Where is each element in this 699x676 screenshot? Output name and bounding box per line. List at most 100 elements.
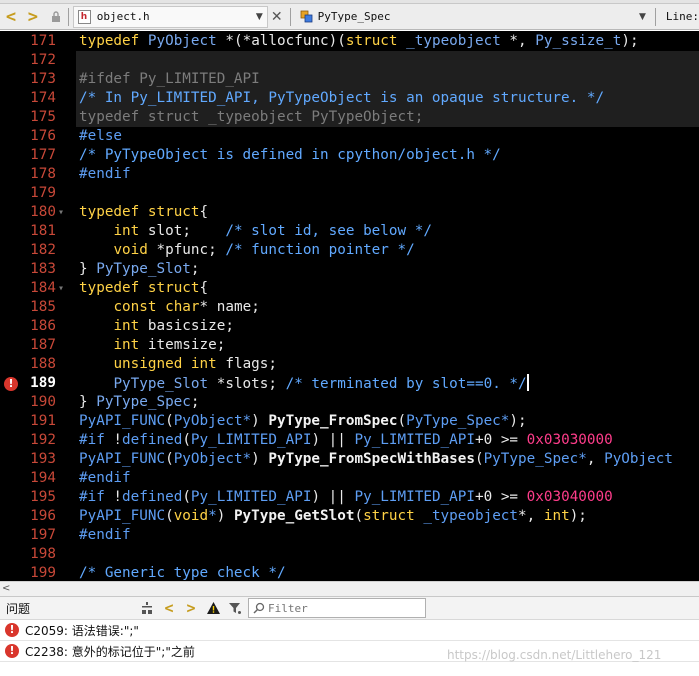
code-line[interactable]: 174 /* In Py_LIMITED_API, PyTypeObject is…: [0, 89, 699, 108]
line-number: 193: [30, 451, 56, 467]
fold-toggle-icon[interactable]: ▾: [58, 279, 72, 298]
filter-toggle-button[interactable]: [224, 598, 246, 618]
previous-issue-button[interactable]: <: [158, 598, 180, 618]
code-line[interactable]: 185 const char* name;: [0, 298, 699, 317]
line-number: 174: [30, 90, 56, 106]
code-text: PyAPI_FUNC(void*) PyType_GetSlot(struct …: [79, 508, 587, 524]
line-number: 199: [30, 565, 56, 581]
line-number: 192: [30, 432, 56, 448]
code-line[interactable]: 181 int slot; /* slot id, see below */: [0, 222, 699, 241]
funnel-icon: [229, 603, 241, 614]
show-warnings-toggle[interactable]: [202, 598, 224, 618]
code-text: #endif: [79, 527, 131, 543]
current-symbol-name: PyType_Spec: [317, 10, 391, 23]
close-document-button[interactable]: ✕: [268, 6, 286, 28]
code-line[interactable]: 194 #endif: [0, 469, 699, 488]
line-number: 179: [30, 185, 56, 201]
symbol-combo[interactable]: PyType_Spec ▼: [294, 5, 651, 28]
code-line[interactable]: 182 void *pfunc; /* function pointer */: [0, 241, 699, 260]
code-line[interactable]: 187 int itemsize;: [0, 336, 699, 355]
fold-toggle-icon[interactable]: ▾: [58, 203, 72, 222]
chevron-left-icon: <: [5, 6, 17, 27]
code-text: /* In Py_LIMITED_API, PyTypeObject is an…: [79, 90, 605, 106]
code-line[interactable]: 177 /* PyTypeObject is defined in cpython…: [0, 146, 699, 165]
line-number: 186: [30, 318, 56, 334]
code-text: unsigned int flags;: [113, 356, 278, 372]
filter-by-category-button[interactable]: [136, 598, 158, 618]
code-line[interactable]: ! 189 PyType_Slot *slots; /* terminated b…: [0, 374, 699, 393]
issue-row[interactable]: ! C2059: 语法错误:";": [0, 620, 699, 641]
code-text: #if !defined(Py_LIMITED_API) || Py_LIMIT…: [79, 432, 613, 448]
error-icon: !: [5, 623, 19, 637]
code-line[interactable]: 188 unsigned int flags;: [0, 355, 699, 374]
forward-button[interactable]: >: [22, 6, 44, 28]
line-number: 189: [30, 375, 56, 391]
line-number: 188: [30, 356, 56, 372]
filter-input-box[interactable]: [248, 598, 426, 618]
code-line[interactable]: 173 #ifdef Py_LIMITED_API: [0, 70, 699, 89]
line-number: 173: [30, 71, 56, 87]
line-number: 190: [30, 394, 56, 410]
code-text: PyType_Slot *slots; /* terminated by slo…: [113, 374, 529, 392]
line-number: 195: [30, 489, 56, 505]
chevron-right-icon: >: [186, 599, 196, 617]
code-line[interactable]: 180 ▾ typedef struct{: [0, 203, 699, 222]
code-line[interactable]: 193 PyAPI_FUNC(PyObject*) PyType_FromSpec…: [0, 450, 699, 469]
lock-icon[interactable]: [48, 6, 64, 28]
code-text: } PyType_Spec;: [79, 394, 200, 410]
code-line[interactable]: 186 int basicsize;: [0, 317, 699, 336]
code-line[interactable]: 171 typedef PyObject *(*allocfunc)(struct…: [0, 32, 699, 51]
line-number: 185: [30, 299, 56, 315]
line-number: 183: [30, 261, 56, 277]
line-number: 198: [30, 546, 56, 562]
toolbar-separator: [654, 7, 656, 26]
code-line[interactable]: 195 #if !defined(Py_LIMITED_API) || Py_LI…: [0, 488, 699, 507]
code-line[interactable]: 196 PyAPI_FUNC(void*) PyType_GetSlot(stru…: [0, 507, 699, 526]
line-number: 197: [30, 527, 56, 543]
code-line[interactable]: 179: [0, 184, 699, 203]
close-icon: ✕: [270, 8, 283, 25]
editor-toolbar: < > h object.h ▼ ✕ PyType_Spec ▼ Line:: [0, 4, 699, 30]
code-text: int itemsize;: [113, 337, 226, 353]
line-number: 196: [30, 508, 56, 524]
code-editor[interactable]: 171 typedef PyObject *(*allocfunc)(struct…: [0, 31, 699, 581]
dropdown-arrow-icon: ▼: [638, 11, 646, 22]
code-text: const char* name;: [113, 299, 260, 315]
code-text: #if !defined(Py_LIMITED_API) || Py_LIMIT…: [79, 489, 613, 505]
code-line[interactable]: 191 PyAPI_FUNC(PyObject*) PyType_FromSpec…: [0, 412, 699, 431]
code-line[interactable]: 175 typedef struct _typeobject PyTypeObje…: [0, 108, 699, 127]
code-text: PyAPI_FUNC(PyObject*) PyType_FromSpec(Py…: [79, 413, 527, 429]
code-line[interactable]: 190 } PyType_Spec;: [0, 393, 699, 412]
code-line[interactable]: 184 ▾ typedef struct{: [0, 279, 699, 298]
chevron-left-icon: <: [164, 599, 174, 617]
watermark-text: https://blog.csdn.net/Littlehero_121: [447, 648, 662, 662]
header-file-icon: h: [77, 9, 91, 24]
code-line[interactable]: 176 #else: [0, 127, 699, 146]
open-documents-combo[interactable]: h object.h ▼: [72, 5, 268, 28]
code-line[interactable]: 198: [0, 545, 699, 564]
chevron-right-icon: >: [27, 6, 38, 27]
horizontal-scrollbar[interactable]: <: [0, 581, 699, 596]
issues-panel-title: 问题: [6, 601, 31, 616]
line-number: 187: [30, 337, 56, 353]
code-line[interactable]: 199 /* Generic type check */: [0, 564, 699, 581]
toolbar-separator: [289, 7, 291, 26]
dropdown-arrow-icon: ▼: [255, 11, 263, 22]
code-line[interactable]: 197 #endif: [0, 526, 699, 545]
filter-input[interactable]: [268, 601, 418, 615]
error-icon: !: [5, 644, 19, 658]
issues-panel-header: 问题 < >: [0, 596, 699, 620]
code-text: #endif: [79, 470, 131, 486]
symbol-struct-icon: [300, 10, 314, 24]
code-line[interactable]: 192 #if !defined(Py_LIMITED_API) || Py_LI…: [0, 431, 699, 450]
code-line[interactable]: 183} PyType_Slot;: [0, 260, 699, 279]
warning-icon: [206, 602, 220, 614]
code-line[interactable]: 172: [0, 51, 699, 70]
next-issue-button[interactable]: >: [180, 598, 202, 618]
back-button[interactable]: <: [0, 6, 22, 28]
code-line[interactable]: 178 #endif: [0, 165, 699, 184]
line-number: 171: [30, 33, 56, 49]
line-number: 194: [30, 470, 56, 486]
scroll-left-icon[interactable]: <: [2, 583, 14, 595]
code-text: int slot; /* slot id, see below */: [113, 223, 432, 239]
